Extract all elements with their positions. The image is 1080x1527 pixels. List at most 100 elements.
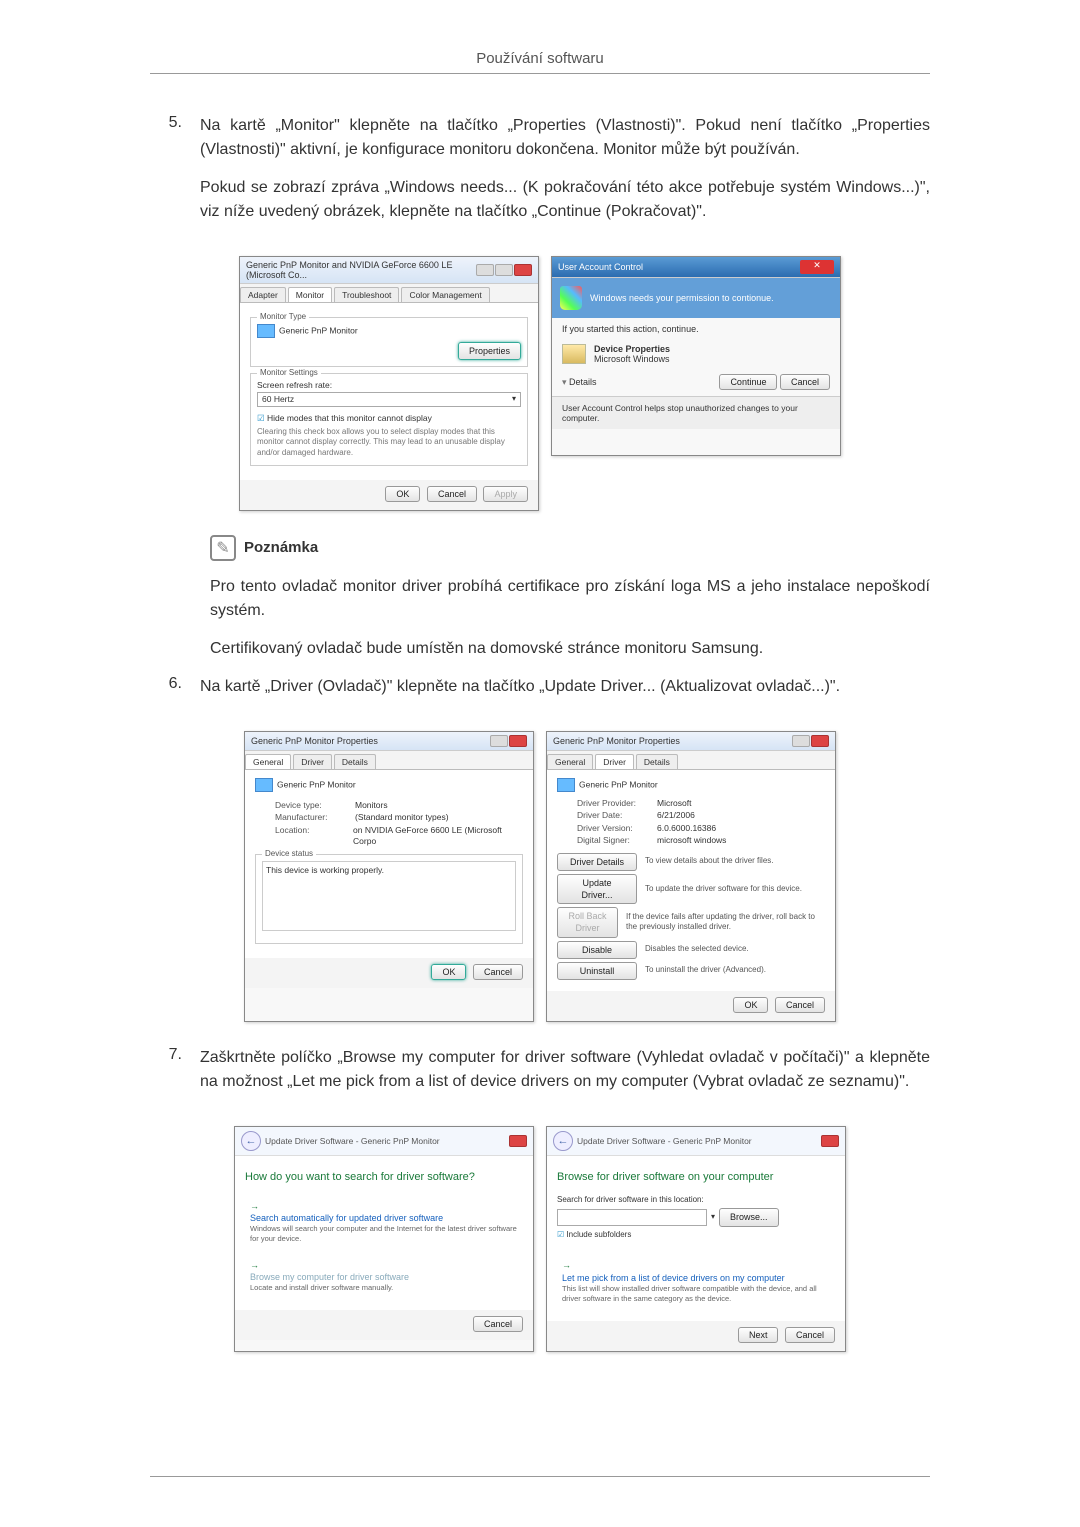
breadcrumb: Update Driver Software - Generic PnP Mon… [577, 1136, 752, 1146]
close-icon[interactable]: ✕ [800, 260, 834, 274]
figure-row-2: Generic PnP Monitor Properties General D… [150, 731, 930, 1022]
disable-button[interactable]: Disable [557, 941, 637, 959]
close-icon[interactable] [509, 735, 527, 747]
monitor-properties-dialog: Generic PnP Monitor and NVIDIA GeForce 6… [239, 256, 539, 511]
prov-k: Driver Provider: [577, 798, 657, 809]
disable-desc: Disables the selected device. [645, 944, 749, 955]
apply-button[interactable]: Apply [483, 486, 528, 502]
close-icon[interactable] [821, 1135, 839, 1147]
hide-modes-label: Hide modes that this monitor cannot disp… [267, 413, 432, 423]
tab-color-management[interactable]: Color Management [401, 287, 489, 302]
uac-item-publisher: Microsoft Windows [594, 354, 670, 364]
program-icon [562, 344, 586, 364]
cancel-button[interactable]: Cancel [785, 1327, 835, 1343]
opt-desc: Locate and install driver software manua… [250, 1283, 518, 1293]
tab-general[interactable]: General [245, 754, 291, 769]
loc-k: Location: [275, 825, 353, 848]
ok-button[interactable]: OK [385, 486, 420, 502]
figure-row-3: ← Update Driver Software - Generic PnP M… [150, 1126, 930, 1352]
back-icon[interactable]: ← [553, 1131, 573, 1151]
uac-banner: Windows needs your permission to contion… [552, 278, 840, 318]
uninstall-desc: To uninstall the driver (Advanced). [645, 965, 766, 976]
device-status-text: This device is working properly. [262, 861, 516, 931]
page-header: Používání softwaru [150, 50, 930, 74]
cancel-button[interactable]: Cancel [780, 374, 830, 390]
uac-footer: User Account Control helps stop unauthor… [552, 396, 840, 429]
rollback-driver-desc: If the device fails after updating the d… [626, 912, 825, 934]
close-icon[interactable] [509, 1135, 527, 1147]
step-number: 6. [150, 675, 200, 713]
tab-monitor[interactable]: Monitor [288, 287, 332, 302]
ver-v: 6.0.6000.16386 [657, 823, 716, 834]
wizard-question: How do you want to search for driver sof… [245, 1170, 523, 1185]
uac-subtitle: If you started this action, continue. [552, 318, 840, 340]
cancel-button[interactable]: Cancel [427, 486, 477, 502]
note-heading: ✎ Poznámka [210, 535, 930, 561]
opt-desc: This list will show installed driver sof… [562, 1284, 830, 1304]
cancel-button[interactable]: Cancel [775, 997, 825, 1013]
device-name: Generic PnP Monitor [579, 779, 658, 789]
wizard-question: Browse for driver software on your compu… [557, 1170, 835, 1185]
continue-button[interactable]: Continue [719, 374, 777, 390]
tab-driver[interactable]: Driver [293, 754, 332, 769]
tab-details[interactable]: Details [334, 754, 376, 769]
refresh-rate-select[interactable]: 60 Hertz [257, 392, 521, 407]
breadcrumb: Update Driver Software - Generic PnP Mon… [265, 1136, 440, 1146]
dialog-title: Generic PnP Monitor Properties [553, 736, 680, 746]
dialog-title: User Account Control [558, 262, 643, 272]
pnp-properties-general: Generic PnP Monitor Properties General D… [244, 731, 534, 1022]
ok-button[interactable]: OK [733, 997, 768, 1013]
maximize-icon[interactable] [495, 264, 513, 276]
hide-modes-checkbox[interactable]: Hide modes that this monitor cannot disp… [257, 413, 521, 424]
hide-modes-desc: Clearing this check box allows you to se… [257, 427, 521, 459]
minimize-icon[interactable] [476, 264, 494, 276]
tab-strip: Adapter Monitor Troubleshoot Color Manag… [240, 284, 538, 303]
driver-details-button[interactable]: Driver Details [557, 853, 637, 871]
date-v: 6/21/2006 [657, 810, 695, 821]
sign-v: microsoft windows [657, 835, 726, 846]
opt-pick-from-list[interactable]: Let me pick from a list of device driver… [557, 1254, 835, 1309]
update-wizard-search: ← Update Driver Software - Generic PnP M… [234, 1126, 534, 1352]
uac-dialog: User Account Control ✕ Windows needs you… [551, 256, 841, 456]
monitor-icon [557, 778, 575, 792]
opt-title: Search automatically for updated driver … [250, 1212, 518, 1224]
uninstall-button[interactable]: Uninstall [557, 962, 637, 980]
include-label: Include subfolders [566, 1230, 631, 1239]
sign-k: Digital Signer: [577, 835, 657, 846]
cancel-button[interactable]: Cancel [473, 964, 523, 980]
step5-p1: Na kartě „Monitor" klepněte na tlačítko … [200, 114, 930, 162]
next-button[interactable]: Next [738, 1327, 779, 1343]
group-legend: Device status [262, 849, 316, 860]
tab-troubleshoot[interactable]: Troubleshoot [334, 287, 399, 302]
rollback-driver-button[interactable]: Roll Back Driver [557, 907, 618, 937]
properties-button[interactable]: Properties [458, 342, 521, 360]
help-icon[interactable] [490, 735, 508, 747]
help-icon[interactable] [792, 735, 810, 747]
opt-browse-computer[interactable]: Browse my computer for driver software L… [245, 1254, 523, 1299]
tab-details[interactable]: Details [636, 754, 678, 769]
cancel-button[interactable]: Cancel [473, 1316, 523, 1332]
details-expand[interactable]: Details [562, 377, 597, 388]
ok-button[interactable]: OK [431, 964, 466, 980]
titlebar: Generic PnP Monitor Properties [245, 732, 533, 751]
device-status-group: Device status This device is working pro… [255, 854, 523, 944]
tab-general[interactable]: General [547, 754, 593, 769]
tab-adapter[interactable]: Adapter [240, 287, 286, 302]
browse-button[interactable]: Browse... [719, 1208, 779, 1226]
group-legend: Monitor Settings [257, 368, 321, 379]
close-icon[interactable] [811, 735, 829, 747]
close-icon[interactable] [514, 264, 532, 276]
back-icon[interactable]: ← [241, 1131, 261, 1151]
step5-p2: Pokud se zobrazí zpráva „Windows needs..… [200, 176, 930, 224]
update-driver-button[interactable]: Update Driver... [557, 874, 637, 904]
wizard-header: ← Update Driver Software - Generic PnP M… [547, 1127, 845, 1156]
monitor-type-value: Generic PnP Monitor [279, 325, 358, 335]
dialog-title: Generic PnP Monitor Properties [251, 736, 378, 746]
note-icon: ✎ [210, 535, 236, 561]
include-subfolders-checkbox[interactable]: Include subfolders [557, 1230, 835, 1241]
path-input[interactable] [557, 1209, 707, 1226]
note-p2: Certifikovaný ovladač bude umístěn na do… [210, 637, 930, 661]
path-label: Search for driver software in this locat… [557, 1195, 835, 1206]
tab-driver[interactable]: Driver [595, 754, 634, 769]
opt-search-auto[interactable]: Search automatically for updated driver … [245, 1195, 523, 1250]
